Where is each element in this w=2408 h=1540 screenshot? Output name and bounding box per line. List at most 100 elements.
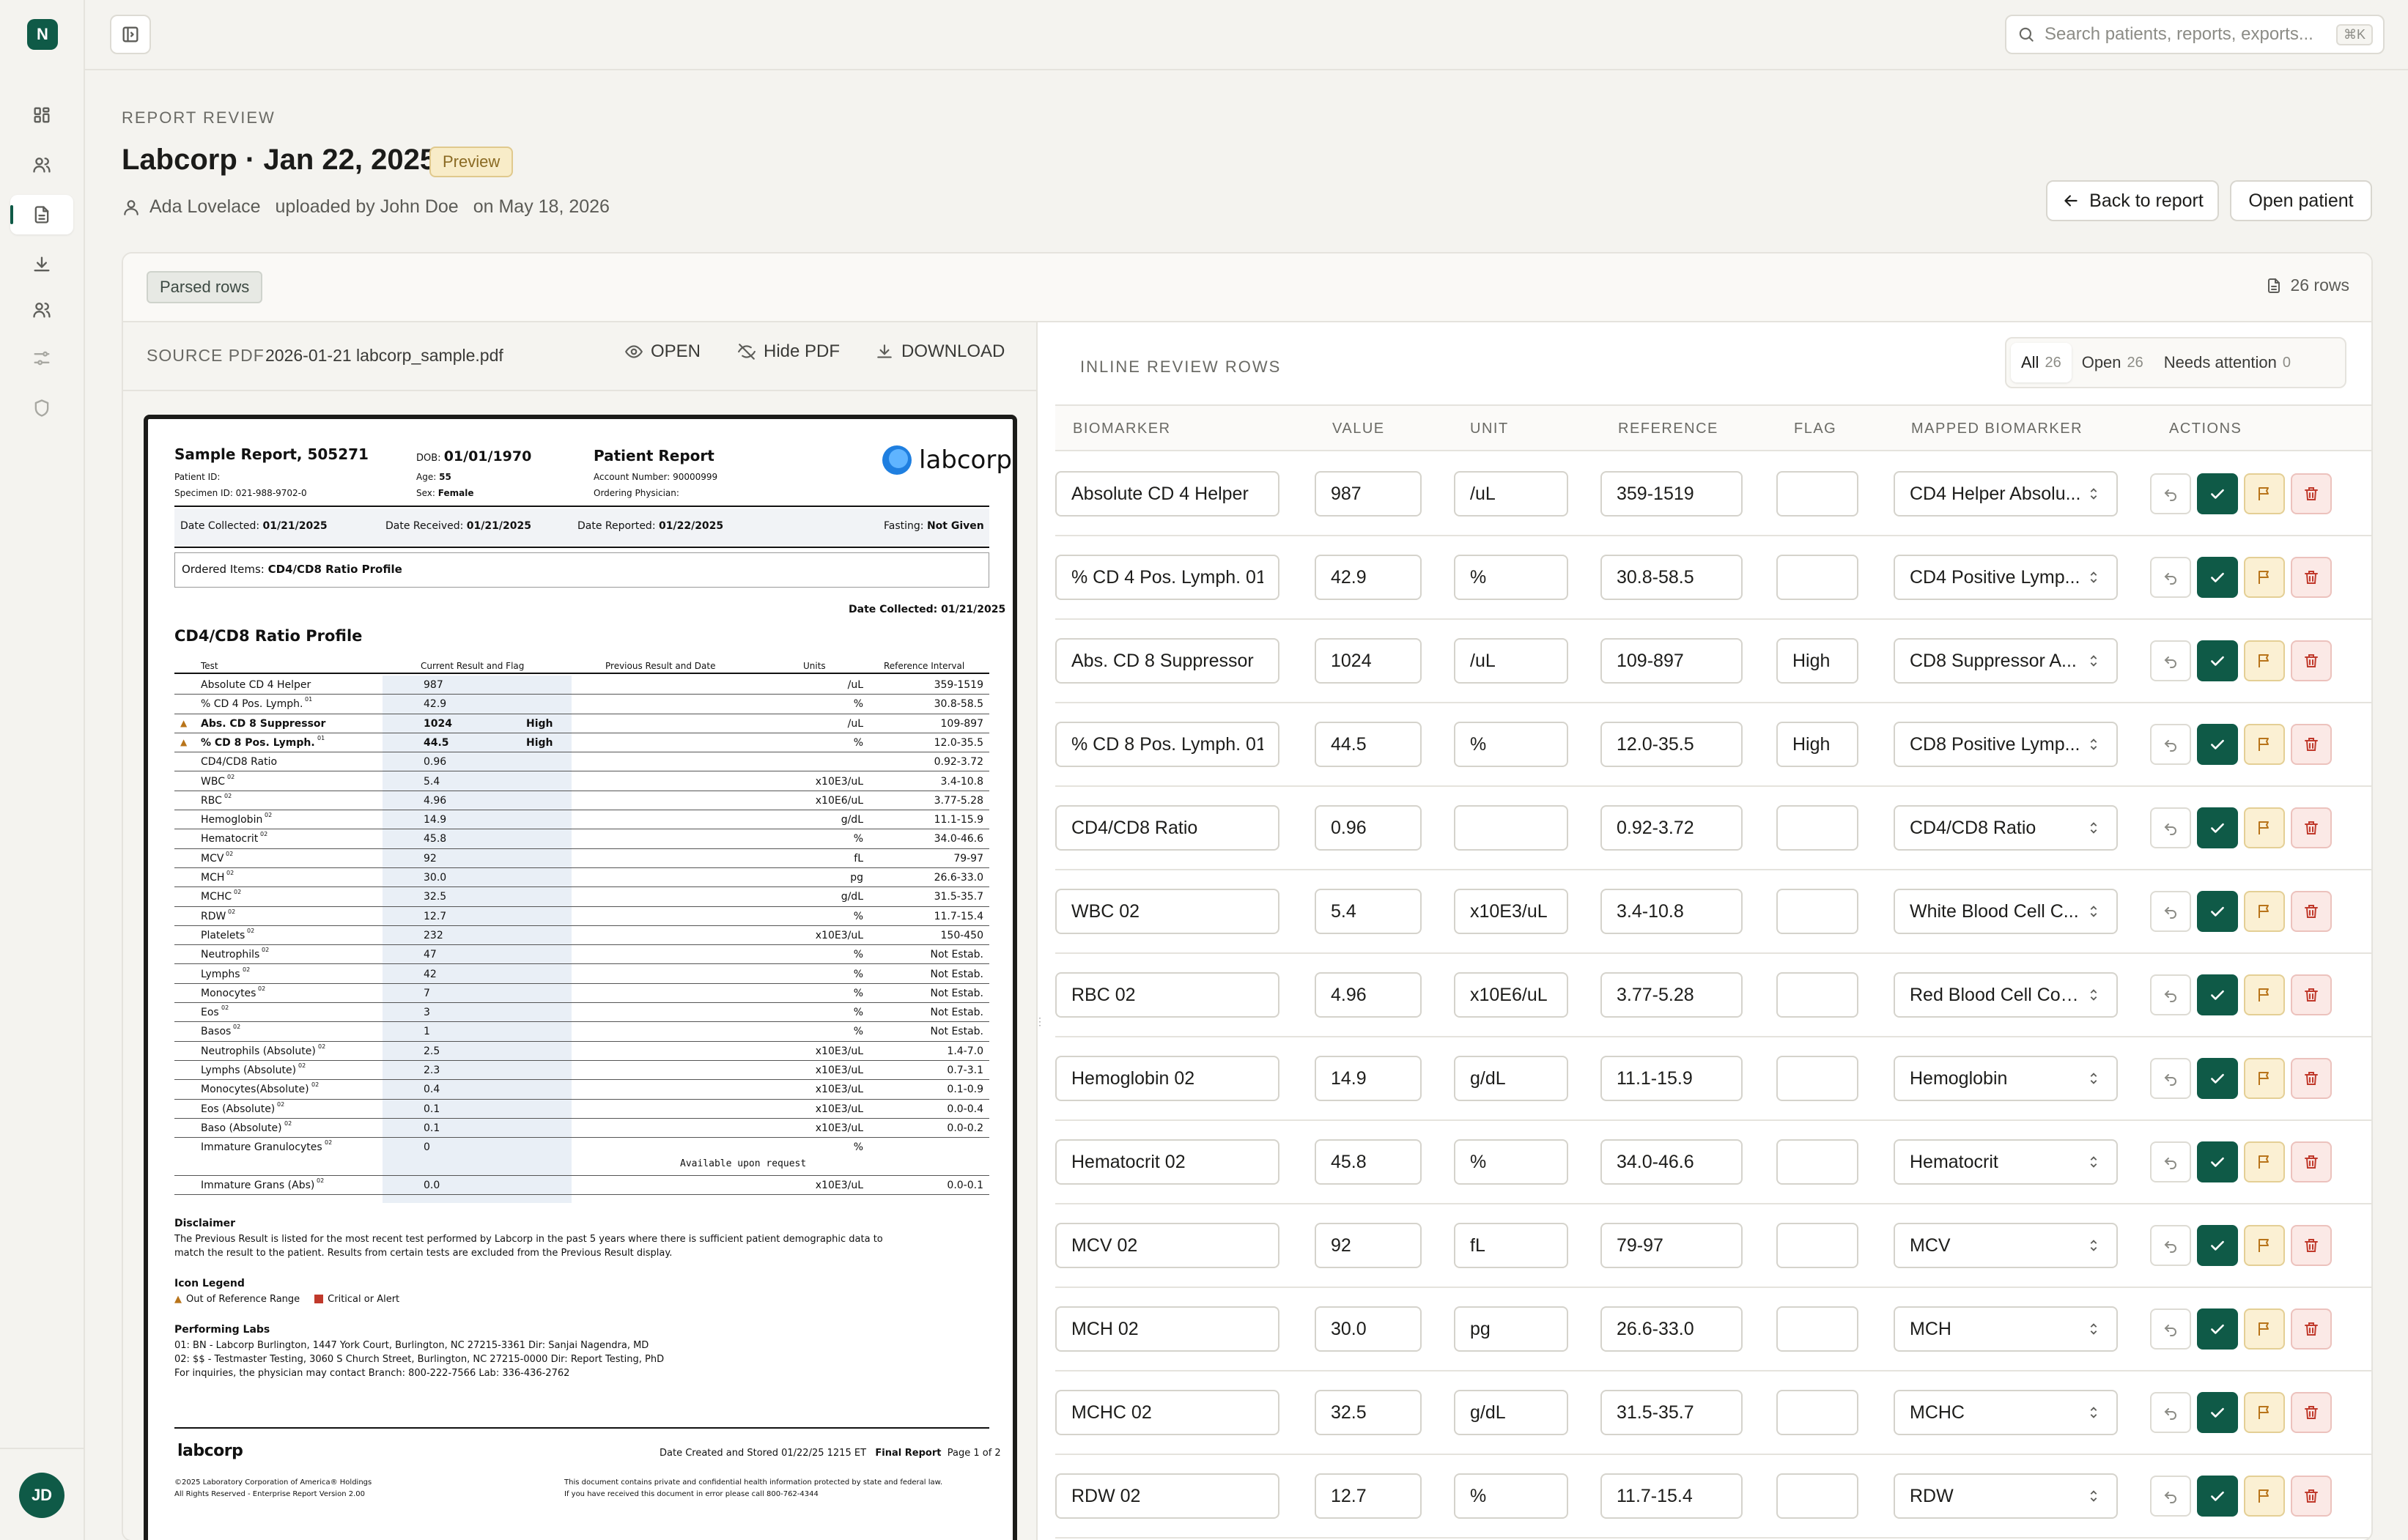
toggle-sidebar-button[interactable] [110, 15, 151, 54]
approve-button[interactable] [2197, 473, 2238, 514]
flag-input[interactable] [1776, 1223, 1858, 1268]
unit-input[interactable] [1454, 471, 1568, 517]
search-box[interactable]: ⌘K [2005, 15, 2385, 54]
filter-open[interactable]: Open 26 [2072, 343, 2154, 382]
flag-input[interactable] [1776, 1139, 1858, 1185]
approve-button[interactable] [2197, 724, 2238, 765]
delete-button[interactable] [2291, 891, 2332, 932]
flag-button[interactable] [2244, 724, 2285, 765]
unit-input[interactable] [1454, 1139, 1568, 1185]
reference-input[interactable] [1600, 1056, 1743, 1101]
value-input[interactable] [1315, 638, 1422, 684]
unit-input[interactable] [1454, 1473, 1568, 1519]
delete-button[interactable] [2291, 974, 2332, 1015]
reference-input[interactable] [1600, 972, 1743, 1018]
undo-button[interactable] [2150, 1476, 2191, 1517]
approve-button[interactable] [2197, 974, 2238, 1015]
biomarker-input[interactable] [1055, 1473, 1279, 1519]
undo-button[interactable] [2150, 1141, 2191, 1182]
value-input[interactable] [1315, 722, 1422, 767]
delete-button[interactable] [2291, 473, 2332, 514]
avatar[interactable]: JD [19, 1473, 64, 1518]
biomarker-input[interactable] [1055, 471, 1279, 517]
reference-input[interactable] [1600, 1473, 1743, 1519]
delete-button[interactable] [2291, 1308, 2332, 1350]
biomarker-input[interactable] [1055, 805, 1279, 851]
approve-button[interactable] [2197, 1392, 2238, 1433]
mapped-biomarker-select[interactable]: Red Blood Cell Cou... [1894, 972, 2118, 1018]
value-input[interactable] [1315, 1306, 1422, 1352]
biomarker-input[interactable] [1055, 1390, 1279, 1435]
reference-input[interactable] [1600, 889, 1743, 934]
mapped-biomarker-select[interactable]: Hematocrit [1894, 1139, 2118, 1185]
pdf-open-button[interactable]: OPEN [624, 341, 701, 362]
mapped-biomarker-select[interactable]: CD4 Positive Lymp... [1894, 555, 2118, 600]
unit-input[interactable] [1454, 722, 1568, 767]
reference-input[interactable] [1600, 1390, 1743, 1435]
undo-button[interactable] [2150, 807, 2191, 848]
reference-input[interactable] [1600, 471, 1743, 517]
unit-input[interactable] [1454, 555, 1568, 600]
flag-button[interactable] [2244, 557, 2285, 598]
undo-button[interactable] [2150, 1392, 2191, 1433]
flag-button[interactable] [2244, 974, 2285, 1015]
value-input[interactable] [1315, 1139, 1422, 1185]
mapped-biomarker-select[interactable]: CD4 Helper Absolu... [1894, 471, 2118, 517]
sidebar-item-security[interactable] [10, 388, 73, 428]
approve-button[interactable] [2197, 891, 2238, 932]
flag-input[interactable] [1776, 1056, 1858, 1101]
mapped-biomarker-select[interactable]: MCHC [1894, 1390, 2118, 1435]
flag-input[interactable] [1776, 805, 1858, 851]
sidebar-item-reports[interactable] [10, 195, 73, 234]
patient-name[interactable]: Ada Lovelace [149, 196, 261, 218]
back-to-report-button[interactable]: Back to report [2046, 180, 2219, 221]
undo-button[interactable] [2150, 473, 2191, 514]
biomarker-input[interactable] [1055, 1139, 1279, 1185]
flag-input[interactable] [1776, 1306, 1858, 1352]
biomarker-input[interactable] [1055, 638, 1279, 684]
undo-button[interactable] [2150, 1308, 2191, 1350]
mapped-biomarker-select[interactable]: CD8 Positive Lymp... [1894, 722, 2118, 767]
sidebar-item-dashboard[interactable] [10, 95, 73, 135]
delete-button[interactable] [2291, 807, 2332, 848]
flag-input[interactable] [1776, 889, 1858, 934]
unit-input[interactable] [1454, 1056, 1568, 1101]
delete-button[interactable] [2291, 1058, 2332, 1099]
reference-input[interactable] [1600, 722, 1743, 767]
reference-input[interactable] [1600, 1139, 1743, 1185]
undo-button[interactable] [2150, 1058, 2191, 1099]
value-input[interactable] [1315, 805, 1422, 851]
mapped-biomarker-select[interactable]: White Blood Cell C... [1894, 889, 2118, 934]
sidebar-item-exports[interactable] [10, 245, 73, 284]
flag-input[interactable] [1776, 722, 1858, 767]
approve-button[interactable] [2197, 1476, 2238, 1517]
approve-button[interactable] [2197, 557, 2238, 598]
sidebar-item-patients[interactable] [10, 145, 73, 185]
app-logo[interactable]: N [27, 19, 58, 50]
delete-button[interactable] [2291, 557, 2332, 598]
undo-button[interactable] [2150, 640, 2191, 681]
biomarker-input[interactable] [1055, 972, 1279, 1018]
reference-input[interactable] [1600, 1223, 1743, 1268]
flag-button[interactable] [2244, 891, 2285, 932]
value-input[interactable] [1315, 555, 1422, 600]
mapped-biomarker-select[interactable]: RDW [1894, 1473, 2118, 1519]
flag-input[interactable] [1776, 1390, 1858, 1435]
approve-button[interactable] [2197, 1225, 2238, 1266]
flag-button[interactable] [2244, 1476, 2285, 1517]
delete-button[interactable] [2291, 1476, 2332, 1517]
hide-pdf-button[interactable]: Hide PDF [737, 341, 840, 362]
biomarker-input[interactable] [1055, 1223, 1279, 1268]
value-input[interactable] [1315, 1223, 1422, 1268]
unit-input[interactable] [1454, 889, 1568, 934]
reference-input[interactable] [1600, 555, 1743, 600]
value-input[interactable] [1315, 972, 1422, 1018]
mapped-biomarker-select[interactable]: CD4/CD8 Ratio [1894, 805, 2118, 851]
undo-button[interactable] [2150, 891, 2191, 932]
biomarker-input[interactable] [1055, 722, 1279, 767]
value-input[interactable] [1315, 1390, 1422, 1435]
flag-button[interactable] [2244, 1392, 2285, 1433]
undo-button[interactable] [2150, 974, 2191, 1015]
pdf-page[interactable]: Sample Report, 505271 Patient ID: Specim… [144, 415, 1017, 1540]
sidebar-item-team[interactable] [10, 290, 73, 330]
